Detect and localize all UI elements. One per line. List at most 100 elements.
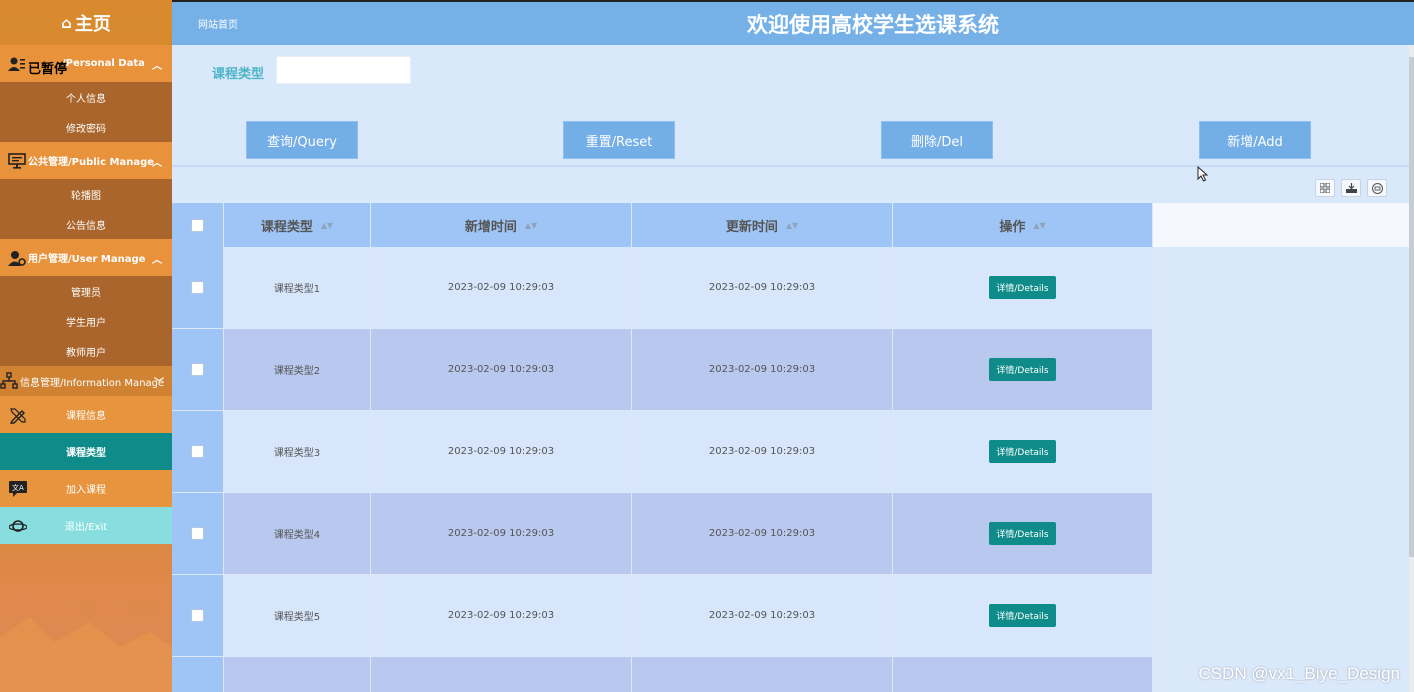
sidebar-item-teacher-users[interactable]: 教师用户 [0,336,172,366]
query-button[interactable]: 查询/Query [246,121,358,159]
header-filler [1153,203,1409,247]
row-checkbox[interactable] [191,281,204,294]
grid-view-icon[interactable] [1315,179,1335,197]
column-header-course-type[interactable]: 课程类型 ▲▼ [224,203,371,247]
row-check-cell [172,493,224,575]
reset-button[interactable]: 重置/Reset [563,121,675,159]
chevron-up-icon: ︿ [152,255,162,266]
operation-cell: 详情/Details [893,247,1153,329]
delete-button[interactable]: 删除/Del [881,121,993,159]
row-checkbox[interactable] [191,527,204,540]
course-type-search-input[interactable] [276,56,411,84]
sidebar-item-course-type[interactable]: 课程类型 [0,433,172,470]
sort-icon: ▲▼ [785,220,799,230]
row-filler [1153,329,1409,411]
search-label: 课程类型 [212,67,265,82]
add-time-cell: 2023-02-09 10:29:03 [371,493,632,575]
update-time-cell [632,657,893,692]
chevron-up-icon: ︿ [152,158,162,169]
add-time-cell: 2023-02-09 10:29:03 [371,411,632,493]
details-button[interactable]: 详情/Details [989,276,1056,299]
row-check-cell [172,329,224,411]
details-button[interactable]: 详情/Details [989,604,1056,627]
table-row: 课程类型4 2023-02-09 10:29:03 2023-02-09 10:… [172,493,1409,575]
update-time-cell: 2023-02-09 10:29:03 [632,575,893,657]
row-checkbox[interactable] [191,445,204,458]
sidebar-group-information-manage[interactable]: 信息管理/Information Manage ﹀ [0,366,172,396]
course-type-cell [224,657,371,692]
chevron-up-icon: ︿ [152,61,162,72]
sidebar-item-label: 课程类型 [66,448,106,459]
personal-data-icon [8,55,26,73]
row-filler [1153,575,1409,657]
sidebar-item-personal-info[interactable]: 个人信息 [0,82,172,112]
sort-icon: ▲▼ [524,220,538,230]
select-all-checkbox[interactable] [191,218,204,232]
table-header: 课程类型 ▲▼ 新增时间 ▲▼ 更新时间 ▲▼ 操作 ▲▼ [172,203,1409,247]
sort-icon: ▲▼ [320,220,334,230]
sitemap-icon [0,372,18,390]
sidebar-group-user-manage[interactable]: 用户管理/User Manage ︿ [0,239,172,276]
print-icon[interactable] [1367,179,1387,197]
vertical-scrollbar[interactable] [1409,45,1414,692]
row-checkbox[interactable] [191,609,204,622]
watermark: CSDN @vx1_Biye_Design [1198,664,1400,683]
operation-cell: 详情/Details [893,493,1153,575]
sidebar: ⌂ 主页 已暂停 /Personal Data ︿ 个人信息 修改密码 公共管理… [0,0,172,692]
details-button[interactable]: 详情/Details [989,440,1056,463]
add-button[interactable]: 新增/Add [1199,121,1311,159]
home-link[interactable]: ⌂ 主页 [0,0,172,45]
row-filler [1153,247,1409,329]
sidebar-item-label: 课程信息 [66,411,106,422]
course-type-cell: 课程类型4 [224,493,371,575]
row-check-cell [172,575,224,657]
column-header-operation[interactable]: 操作 ▲▼ [893,203,1153,247]
sidebar-item-change-password[interactable]: 修改密码 [0,112,172,142]
sidebar-group-public-manage[interactable]: 公共管理/Public Manage ︿ [0,142,172,179]
update-time-cell: 2023-02-09 10:29:03 [632,493,893,575]
row-check-cell [172,247,224,329]
table-row: 课程类型3 2023-02-09 10:29:03 2023-02-09 10:… [172,411,1409,493]
sidebar-item-announcement[interactable]: 公告信息 [0,209,172,239]
home-icon: ⌂ [61,13,72,32]
monitor-icon [8,152,26,170]
row-check-cell [172,411,224,493]
sidebar-item-carousel[interactable]: 轮播图 [0,179,172,209]
sidebar-group-items: 轮播图 公告信息 [0,179,172,239]
update-time-cell: 2023-02-09 10:29:03 [632,411,893,493]
row-checkbox[interactable] [191,363,204,376]
sidebar-item-exit[interactable]: 退出/Exit [0,507,172,544]
course-type-table: 课程类型 ▲▼ 新增时间 ▲▼ 更新时间 ▲▼ 操作 ▲▼ 课程类型1 2023-02-… [172,203,1409,692]
user-gear-icon [8,249,26,267]
sidebar-group-label: /Personal Data [62,58,145,69]
column-label: 新增时间 [464,219,517,235]
column-header-add-time[interactable]: 新增时间 ▲▼ [371,203,632,247]
select-all-cell [172,203,224,247]
course-type-cell: 课程类型2 [224,329,371,411]
column-header-update-time[interactable]: 更新时间 ▲▼ [632,203,893,247]
sidebar-item-course-info[interactable]: 课程信息 [0,396,172,433]
scrollbar-thumb[interactable] [1409,57,1414,557]
row-check-cell [172,657,224,692]
operation-cell: 详情/Details [893,329,1153,411]
column-label: 课程类型 [260,219,313,235]
sidebar-group-items: 个人信息 修改密码 [0,82,172,142]
details-button[interactable]: 详情/Details [989,522,1056,545]
chevron-down-icon: ﹀ [154,378,164,389]
page-title: 欢迎使用高校学生选课系统 [747,13,999,37]
top-header: 网站首页 欢迎使用高校学生选课系统 [172,0,1414,45]
home-label: 主页 [74,13,111,35]
operation-cell: 详情/Details [893,411,1153,493]
course-type-cell: 课程类型5 [224,575,371,657]
sidebar-group-label: 信息管理/Information Manage [20,377,165,389]
table-row: 课程类型5 2023-02-09 10:29:03 2023-02-09 10:… [172,575,1409,657]
export-icon[interactable] [1341,179,1361,197]
details-button[interactable]: 详情/Details [989,358,1056,381]
sidebar-group-personal-data[interactable]: /Personal Data ︿ [0,45,172,82]
sidebar-item-admin[interactable]: 管理员 [0,276,172,306]
sidebar-item-student-users[interactable]: 学生用户 [0,306,172,336]
operation-cell [893,657,1153,692]
mouse-cursor-icon [1197,166,1209,182]
sidebar-item-join-course[interactable]: 文A 加入课程 [0,470,172,507]
table-row: 课程类型1 2023-02-09 10:29:03 2023-02-09 10:… [172,247,1409,329]
